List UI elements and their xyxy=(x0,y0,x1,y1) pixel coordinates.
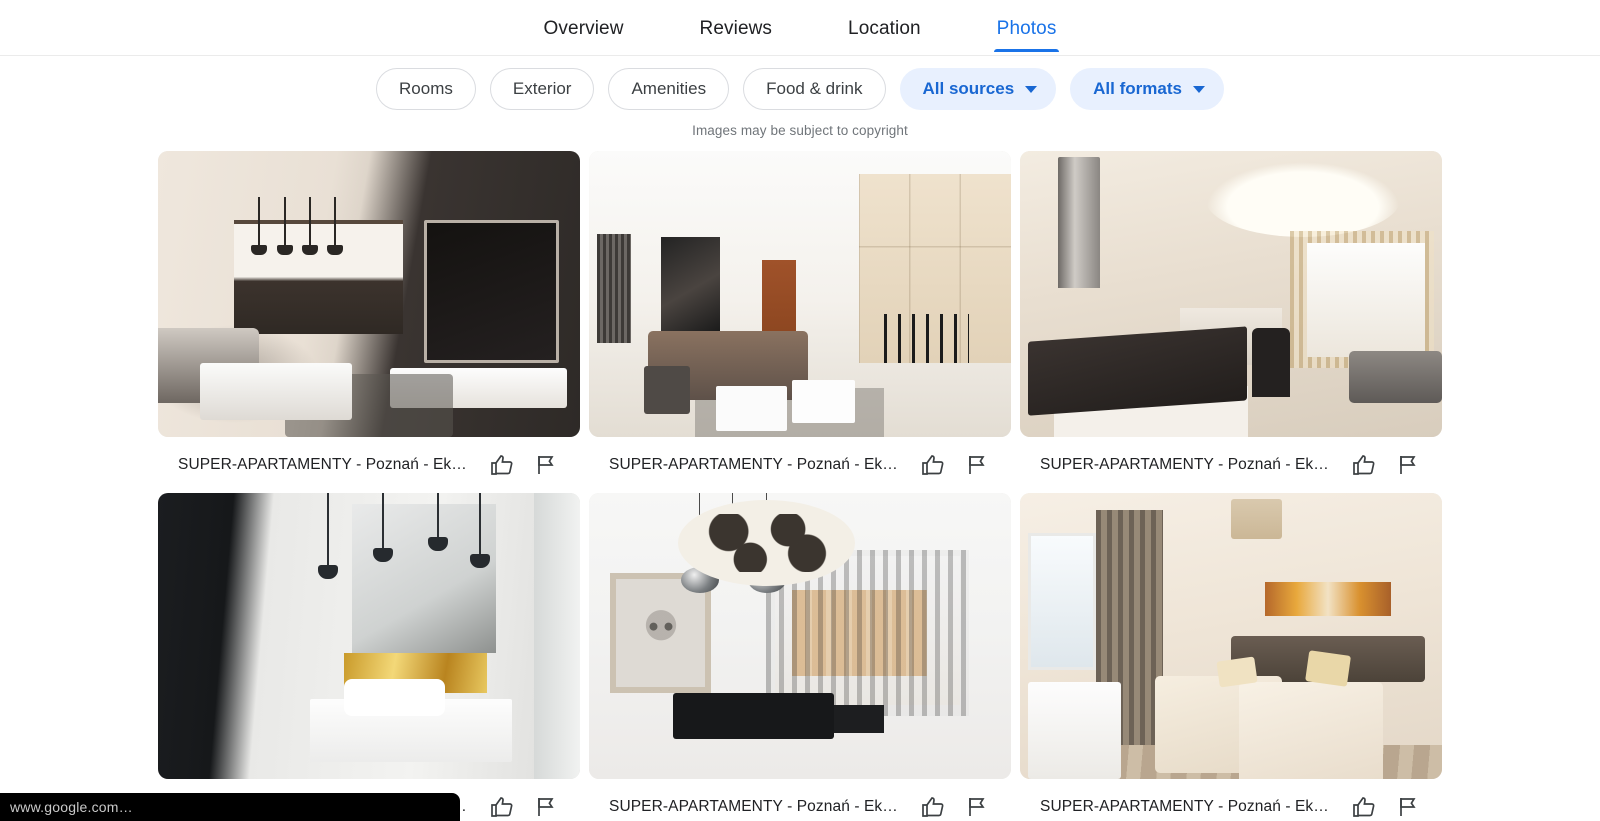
thumbs-up-icon[interactable] xyxy=(1342,785,1386,821)
filter-chip-label: All formats xyxy=(1093,79,1182,98)
tab-bar: Overview Reviews Location Photos xyxy=(0,0,1600,56)
photo-image-living-room-kitchen xyxy=(589,151,1011,437)
photo-thumbnail[interactable] xyxy=(158,151,580,437)
photo-caption-row: SUPER-APARTAMENTY - Poznań - Ek… xyxy=(1020,779,1442,821)
photo-thumbnail[interactable] xyxy=(589,151,1011,437)
flag-icon[interactable] xyxy=(955,443,999,487)
photo-image-bathroom xyxy=(158,493,580,779)
photo-caption-row: SUPER-APARTAMENTY - Poznań - Ek… xyxy=(589,437,1011,493)
filter-chip-label: Exterior xyxy=(512,79,572,98)
filter-chip-label: Rooms xyxy=(399,79,453,98)
filter-chip-all-sources[interactable]: All sources xyxy=(899,68,1057,110)
tab-location[interactable]: Location xyxy=(848,19,921,52)
photo-caption: SUPER-APARTAMENTY - Poznań - Ek… xyxy=(178,456,467,473)
filter-chip-label: All sources xyxy=(922,79,1015,98)
photo-image-dining-living-room xyxy=(589,493,1011,779)
filter-chip-label: Amenities xyxy=(631,79,707,98)
photo-caption-row: SUPER-APARTAMENTY - Poznań - Ek… xyxy=(158,437,580,493)
photo-card: SUPER-APARTAMENTY - Poznań - Ek… xyxy=(589,151,1011,493)
photo-image-bedroom xyxy=(1020,493,1442,779)
photo-caption: SUPER-APARTAMENTY - Poznań - Ek… xyxy=(609,456,898,473)
photo-caption: SUPER-APARTAMENTY - Poznań - Ek… xyxy=(609,798,898,815)
thumbs-up-icon[interactable] xyxy=(1342,443,1386,487)
filter-chip-exterior[interactable]: Exterior xyxy=(489,68,595,110)
tab-overview[interactable]: Overview xyxy=(544,19,624,52)
photo-caption-row: SUPER-APARTAMENTY - Poznań - Ek… xyxy=(1020,437,1442,493)
tab-photos[interactable]: Photos xyxy=(993,19,1060,52)
photo-image-living-room xyxy=(158,151,580,437)
thumbs-up-icon[interactable] xyxy=(911,443,955,487)
chevron-down-icon xyxy=(1192,85,1205,93)
photo-caption: SUPER-APARTAMENTY - Poznań - Ek… xyxy=(1040,456,1329,473)
filter-chip-all-formats[interactable]: All formats xyxy=(1070,68,1224,110)
status-bar-url: www.google.com… xyxy=(0,793,460,821)
flag-icon[interactable] xyxy=(1386,443,1430,487)
thumbs-up-icon[interactable] xyxy=(911,785,955,821)
photo-thumbnail[interactable] xyxy=(158,493,580,779)
filter-chip-food-and-drink[interactable]: Food & drink xyxy=(743,68,886,110)
photo-thumbnail[interactable] xyxy=(1020,493,1442,779)
filter-chip-amenities[interactable]: Amenities xyxy=(608,68,730,110)
filter-chip-rooms[interactable]: Rooms xyxy=(376,68,476,110)
thumbs-up-icon[interactable] xyxy=(480,443,524,487)
flag-icon[interactable] xyxy=(524,785,568,821)
photo-grid: SUPER-APARTAMENTY - Poznań - Ek… SUPER-A xyxy=(158,151,1442,821)
filter-chip-row: Rooms Exterior Amenities Food & drink Al… xyxy=(0,66,1600,112)
filter-chip-label: Food & drink xyxy=(766,79,863,98)
photo-card: SUPER-APARTAMENTY - Poznań - Ek… xyxy=(158,151,580,493)
photo-image-kitchen xyxy=(1020,151,1442,437)
photo-card: SUPER-APARTAMENTY - Poznań - Ek… xyxy=(1020,151,1442,493)
photo-card: SUPER-APARTAMENTY - Poznań - Ek… xyxy=(158,493,580,821)
flag-icon[interactable] xyxy=(1386,785,1430,821)
photo-thumbnail[interactable] xyxy=(1020,151,1442,437)
photo-caption-row: SUPER-APARTAMENTY - Poznań - Ek… xyxy=(589,779,1011,821)
copyright-notice: Images may be subject to copyright xyxy=(692,123,908,138)
flag-icon[interactable] xyxy=(955,785,999,821)
tab-reviews[interactable]: Reviews xyxy=(700,19,773,52)
thumbs-up-icon[interactable] xyxy=(480,785,524,821)
chevron-down-icon xyxy=(1025,85,1038,93)
photo-card: SUPER-APARTAMENTY - Poznań - Ek… xyxy=(589,493,1011,821)
photo-card: SUPER-APARTAMENTY - Poznań - Ek… xyxy=(1020,493,1442,821)
photo-caption: SUPER-APARTAMENTY - Poznań - Ek… xyxy=(1040,798,1329,815)
photo-thumbnail[interactable] xyxy=(589,493,1011,779)
flag-icon[interactable] xyxy=(524,443,568,487)
